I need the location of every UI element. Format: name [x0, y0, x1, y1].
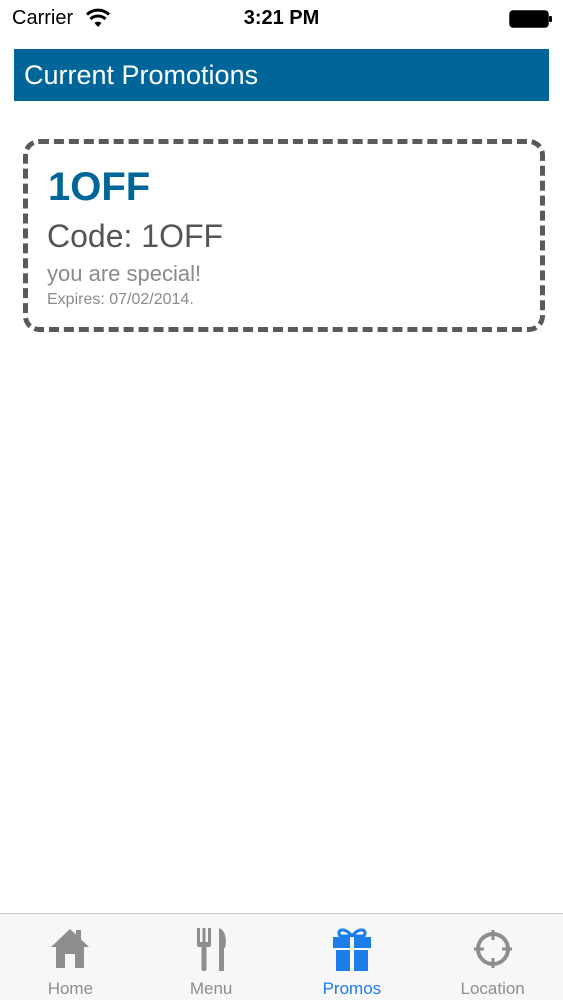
- header-banner: Current Promotions: [14, 49, 549, 101]
- tab-label-promos: Promos: [322, 979, 382, 998]
- status-time: 3:21 PM: [243, 7, 320, 29]
- promo-name: 1OFF: [48, 165, 151, 209]
- tab-location[interactable]: Location: [422, 914, 563, 1000]
- tab-home[interactable]: Home: [0, 914, 141, 1000]
- page-title: Current Promotions: [24, 60, 259, 90]
- tab-promos[interactable]: Promos: [282, 914, 423, 1000]
- tab-label-location: Location: [460, 979, 525, 998]
- battery-icon: [509, 10, 552, 28]
- status-bar: Carrier 3:21 PM: [0, 0, 563, 38]
- gift-icon: [332, 928, 371, 971]
- promotions-screen: Carrier 3:21 PM Current Promotions 1OFF …: [0, 0, 563, 1000]
- promo-description: you are special!: [47, 261, 202, 286]
- fork-knife-icon: [197, 928, 227, 971]
- tab-menu[interactable]: Menu: [141, 914, 282, 1000]
- tab-bar: Home Menu Promos Location: [0, 913, 563, 1000]
- promo-expiry: Expires: 07/02/2014.: [47, 291, 194, 308]
- tab-label-menu: Menu: [189, 979, 233, 998]
- house-icon: [51, 929, 90, 968]
- promo-card[interactable]: 1OFF Code: 1OFF you are special! Expires…: [23, 139, 545, 332]
- crosshair-icon: [473, 930, 512, 968]
- tab-label-home: Home: [47, 979, 94, 998]
- promo-code: Code: 1OFF: [47, 218, 224, 254]
